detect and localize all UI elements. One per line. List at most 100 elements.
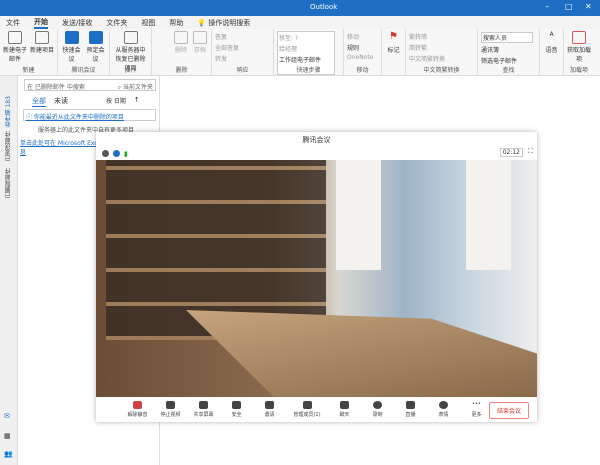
people-icon[interactable]: 👥 xyxy=(4,450,13,458)
label: 预定会议 xyxy=(86,47,105,63)
mic-muted-icon xyxy=(133,401,142,409)
calendar-icon xyxy=(88,31,103,44)
label: 语音 xyxy=(545,47,558,54)
flag-icon: ⚑ xyxy=(389,31,398,42)
members-icon xyxy=(302,401,312,409)
shield-icon[interactable] xyxy=(113,150,120,157)
group-label: 移动 xyxy=(356,67,369,74)
nav-inbox[interactable]: 收件箱 183 xyxy=(4,96,13,127)
label: 聊天 xyxy=(339,412,350,418)
simp-to-trad-button[interactable]: 简转繁 xyxy=(409,43,445,52)
chat-icon xyxy=(340,401,349,409)
quickstep-move[interactable]: 移至: ? xyxy=(279,33,333,42)
group-addins: 获取加载项 加载项 xyxy=(564,29,594,75)
tab-help[interactable]: 帮助 xyxy=(169,18,183,28)
recover-items-link[interactable]: ⓘ 你能最近从此文件夹中删除的项目 xyxy=(23,109,156,121)
group-label: 加载项 xyxy=(569,67,588,74)
close-icon[interactable]: ✕ xyxy=(585,2,592,11)
title-bar: Outlook – □ ✕ xyxy=(0,0,600,16)
fullscreen-icon[interactable]: ⛶ xyxy=(528,147,533,156)
label: 直播 xyxy=(405,412,416,418)
record-icon xyxy=(373,401,382,409)
group-label: 腾讯会议 xyxy=(71,67,96,74)
group-label: 中文简繁转换 xyxy=(423,67,460,74)
convert-button[interactable]: 中文简繁转换 xyxy=(409,54,445,63)
label: 表情 xyxy=(438,412,449,418)
curtain-image xyxy=(336,160,381,270)
maximize-icon[interactable]: □ xyxy=(565,2,573,11)
label: 更多 xyxy=(471,412,482,418)
tell-me-search[interactable]: 💡 操作说明搜索 xyxy=(197,18,250,28)
label: 解除静音 xyxy=(127,412,148,418)
tab-home[interactable]: 开始 xyxy=(34,17,48,29)
end-meeting-button[interactable]: 结束会议 xyxy=(488,402,529,419)
filter-unread[interactable]: 未读 xyxy=(54,96,68,107)
quickstep-manager[interactable]: 给经理 xyxy=(279,44,333,53)
signal-icon: ▮ xyxy=(124,149,128,158)
scope-dropdown[interactable]: 当前文件夹 xyxy=(123,84,153,91)
record-button[interactable]: 录制 xyxy=(361,401,394,418)
meeting-timer: 02:12 xyxy=(499,148,523,157)
label: 删除 xyxy=(174,47,187,54)
group-quicksteps: 移至: ? 给经理 工作组电子邮件 快速步骤 xyxy=(274,29,344,75)
invite-button[interactable]: 邀请 xyxy=(253,401,286,418)
label: 获取加载项 xyxy=(567,47,592,63)
reply-button[interactable]: 答复 xyxy=(215,32,239,41)
onenote-button[interactable]: OneNote xyxy=(347,54,373,61)
group-label: 响应 xyxy=(236,67,249,74)
emoji-icon xyxy=(439,401,448,409)
label: 管理成员(1) xyxy=(293,412,321,418)
stop-video-button[interactable]: 停止视频 xyxy=(154,401,187,418)
search-input[interactable]: 在 已删除邮件 中搜索 ⌕ 当前文件夹 xyxy=(24,79,156,91)
label: 共享屏幕 xyxy=(193,412,214,418)
nav-sent[interactable]: 已发送邮件 xyxy=(4,131,13,161)
flag-button[interactable]: ⚑ 标记 xyxy=(385,31,402,75)
manage-members-button[interactable]: 管理成员(1) xyxy=(286,401,328,418)
tab-file[interactable]: 文件 xyxy=(6,18,20,28)
label: 新建项目 xyxy=(30,47,55,54)
mail-icon[interactable]: ✉ xyxy=(4,412,10,420)
move-button[interactable]: 移动 xyxy=(347,32,373,41)
address-book-button[interactable]: 通讯簿 xyxy=(481,45,533,54)
group-move: 移动 规则 OneNote 移动 xyxy=(344,29,382,75)
quickstep-team-email[interactable]: 工作组电子邮件 xyxy=(279,55,333,64)
group-convert: 繁转简简转繁中文简繁转换 中文简繁转换 xyxy=(406,29,478,75)
nav-deleted[interactable]: 已删除邮件 xyxy=(4,168,13,198)
live-icon xyxy=(406,401,415,409)
tab-view[interactable]: 视图 xyxy=(141,18,155,28)
filter-email-button[interactable]: 筛选电子邮件 xyxy=(481,56,533,65)
voice-button[interactable]: A 语音 xyxy=(543,31,560,75)
info-icon[interactable] xyxy=(102,150,109,157)
group-action: 从服务器中恢复已删除项目 操作 xyxy=(110,29,152,75)
label: 存档 xyxy=(193,47,206,54)
calendar-icon[interactable]: ▦ xyxy=(4,432,11,440)
tell-me-label: 操作说明搜索 xyxy=(208,18,251,27)
chat-button[interactable]: 聊天 xyxy=(328,401,361,418)
group-voice: A 语音 xyxy=(540,29,564,75)
unmute-button[interactable]: 解除静音 xyxy=(121,401,154,418)
forward-button[interactable]: 转发 xyxy=(215,54,239,63)
group-find: 搜索人员 通讯簿 筛选电子邮件 查找 xyxy=(478,29,540,75)
archive-icon xyxy=(193,31,207,44)
tab-send-receive[interactable]: 发送/接收 xyxy=(62,18,92,28)
meeting-title: 腾讯会议 xyxy=(302,136,331,144)
navigation-bar: 收件箱 183 已发送邮件 已删除邮件 ✉ ▦ 👥 xyxy=(0,76,18,465)
search-people-input[interactable]: 搜索人员 xyxy=(481,32,533,43)
sort-direction-icon[interactable]: ↑ xyxy=(134,96,140,107)
search-icon[interactable]: ⌕ 当前文件夹 xyxy=(118,82,153,91)
minimize-icon[interactable]: – xyxy=(545,2,549,11)
camera-icon xyxy=(166,401,175,409)
trad-to-simp-button[interactable]: 繁转简 xyxy=(409,32,445,41)
table-image xyxy=(186,310,537,397)
label: 录制 xyxy=(372,412,383,418)
sort-dropdown[interactable]: 按 日期 xyxy=(106,96,126,107)
tab-folder[interactable]: 文件夹 xyxy=(106,18,127,28)
rules-button[interactable]: 规则 xyxy=(347,43,373,52)
share-screen-button[interactable]: 共享屏幕 xyxy=(187,401,220,418)
reply-all-button[interactable]: 全部答复 xyxy=(215,43,239,52)
security-button[interactable]: 安全 xyxy=(220,401,253,418)
filter-all[interactable]: 全部 xyxy=(32,96,46,107)
live-button[interactable]: 直播 xyxy=(394,401,427,418)
reactions-button[interactable]: 表情 xyxy=(427,401,460,418)
meeting-toolbar: 解除静音 停止视频 共享屏幕 安全 邀请 管理成员(1) 聊天 录制 直播 表情… xyxy=(96,397,537,422)
